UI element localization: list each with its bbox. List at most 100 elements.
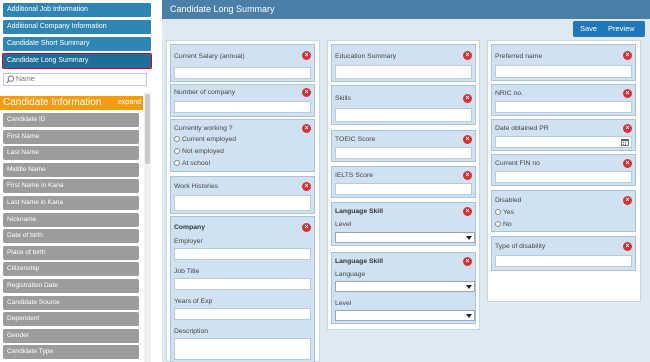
search-icon [6, 75, 15, 84]
save-button[interactable]: Save [580, 21, 597, 37]
education-summary-card: Education Summary × [331, 44, 476, 82]
field-item[interactable]: Candidate Source [3, 295, 139, 310]
field-item[interactable]: Last Name [3, 146, 139, 161]
language-select[interactable] [335, 281, 475, 292]
type-of-disability-input[interactable] [495, 255, 632, 267]
field-item[interactable]: Nickname [3, 212, 139, 227]
nric-card: NRIC no. × [491, 84, 636, 116]
field-label: NRIC no. [495, 90, 523, 97]
preview-button[interactable]: Preview [608, 21, 635, 37]
radio-current-employed[interactable]: Current employed [174, 136, 236, 143]
skills-input[interactable] [335, 108, 472, 122]
radio-circle[interactable] [174, 160, 180, 166]
number-of-company-input[interactable] [174, 101, 311, 113]
field-label: Years of Exp [174, 298, 213, 305]
field-label: Number of company [174, 89, 236, 96]
nav-candidate-long-summary[interactable]: Candidate Long Summary [2, 53, 152, 69]
field-item[interactable]: Middle Name [3, 162, 139, 177]
nav-candidate-short-summary[interactable]: Candidate Short Summary [3, 37, 151, 51]
remove-icon[interactable]: × [302, 182, 311, 191]
remove-icon[interactable]: × [623, 196, 632, 205]
field-label: Preferred name [495, 53, 543, 60]
field-list: Candidate ID First Name Last Name Middle… [3, 113, 139, 362]
field-item[interactable]: Date of birth [3, 229, 139, 244]
field-search [3, 73, 147, 86]
chevron-down-icon [466, 285, 472, 289]
remove-icon[interactable]: × [463, 94, 472, 103]
chevron-down-icon [466, 314, 472, 318]
radio-not-employed[interactable]: Not employed [174, 148, 224, 155]
radio-yes[interactable]: Yes [495, 209, 514, 216]
nav-additional-company-information[interactable]: Additional Company Information [3, 20, 151, 34]
action-buttons: Save Preview [573, 21, 645, 37]
remove-icon[interactable]: × [463, 257, 472, 266]
job-title-input[interactable] [174, 278, 311, 290]
field-item[interactable]: Last Name in Kana [3, 195, 139, 210]
number-of-company-card: Number of company × [170, 84, 315, 117]
radio-no[interactable]: No [495, 221, 512, 228]
field-item[interactable]: Gender [3, 328, 139, 343]
expand-toggle[interactable]: expand [118, 96, 141, 109]
level-select[interactable] [335, 310, 475, 321]
remove-icon[interactable]: × [623, 89, 632, 98]
work-histories-input[interactable] [174, 195, 311, 211]
field-item[interactable]: Candidate ID [3, 113, 139, 127]
date-obtained-pr-input[interactable] [495, 136, 632, 148]
current-fin-input[interactable] [495, 171, 632, 183]
nric-input[interactable] [495, 101, 632, 113]
remove-icon[interactable]: × [463, 171, 472, 180]
field-item[interactable]: Registration Date [3, 278, 139, 293]
title-bar: Candidate Long Summary [162, 0, 650, 19]
radio-circle[interactable] [174, 136, 180, 142]
field-label: TOEIC Score [335, 136, 376, 143]
years-of-exp-input[interactable] [174, 308, 311, 320]
column-3: Preferred name × NRIC no. × Date obtaine… [487, 40, 641, 302]
field-item[interactable]: Place of birth [3, 245, 139, 260]
ielts-input[interactable] [335, 183, 472, 195]
language-skill-card-2: Language Skill × Language Level [331, 252, 476, 324]
section-title: Candidate Information [3, 97, 102, 108]
field-label: Current Salary (annual) [174, 53, 245, 60]
current-fin-card: Current FIN no × [491, 154, 636, 186]
employer-input[interactable] [174, 248, 311, 260]
remove-icon[interactable]: × [463, 135, 472, 144]
field-item[interactable]: First Name in Kana [3, 179, 139, 194]
field-item[interactable]: Citizenship [3, 262, 139, 277]
education-summary-input[interactable] [335, 65, 472, 79]
calendar-icon[interactable] [621, 138, 629, 146]
description-input[interactable] [174, 338, 311, 360]
group-title: Language Skill [335, 258, 383, 265]
scrollbar-thumb[interactable] [145, 94, 150, 164]
remove-icon[interactable]: × [302, 88, 311, 97]
skills-card: Skills × [331, 85, 476, 125]
radio-circle[interactable] [495, 209, 501, 215]
preferred-name-input[interactable] [495, 65, 632, 78]
radio-at-school[interactable]: At school [174, 160, 210, 167]
field-label: Employer [174, 238, 203, 245]
remove-icon[interactable]: × [623, 242, 632, 251]
toeic-input[interactable] [335, 147, 472, 159]
remove-icon[interactable]: × [623, 124, 632, 133]
remove-icon[interactable]: × [302, 223, 311, 232]
field-item[interactable]: First Name [3, 129, 139, 144]
nav-additional-job-information[interactable]: Additional Job Information [3, 3, 151, 17]
disabled-card: Disabled × Yes No [491, 190, 636, 232]
remove-icon[interactable]: × [463, 207, 472, 216]
remove-icon[interactable]: × [302, 124, 311, 133]
candidate-information-header[interactable]: Candidate Information expand [0, 96, 143, 110]
sidebar-scrollbar[interactable] [144, 92, 151, 362]
field-item[interactable]: Candidate Type [3, 345, 139, 360]
radio-circle[interactable] [174, 148, 180, 154]
search-input[interactable] [16, 74, 144, 85]
remove-icon[interactable]: × [623, 159, 632, 168]
remove-icon[interactable]: × [623, 51, 632, 60]
remove-icon[interactable]: × [302, 51, 311, 60]
current-salary-input[interactable] [174, 67, 311, 79]
field-label: Language [335, 271, 366, 278]
field-label: Current FIN no [495, 160, 540, 167]
remove-icon[interactable]: × [463, 51, 472, 60]
field-label: Job Title [174, 268, 200, 275]
radio-circle[interactable] [495, 221, 501, 227]
field-item[interactable]: Dependent [3, 312, 139, 327]
level-select[interactable] [335, 232, 475, 243]
